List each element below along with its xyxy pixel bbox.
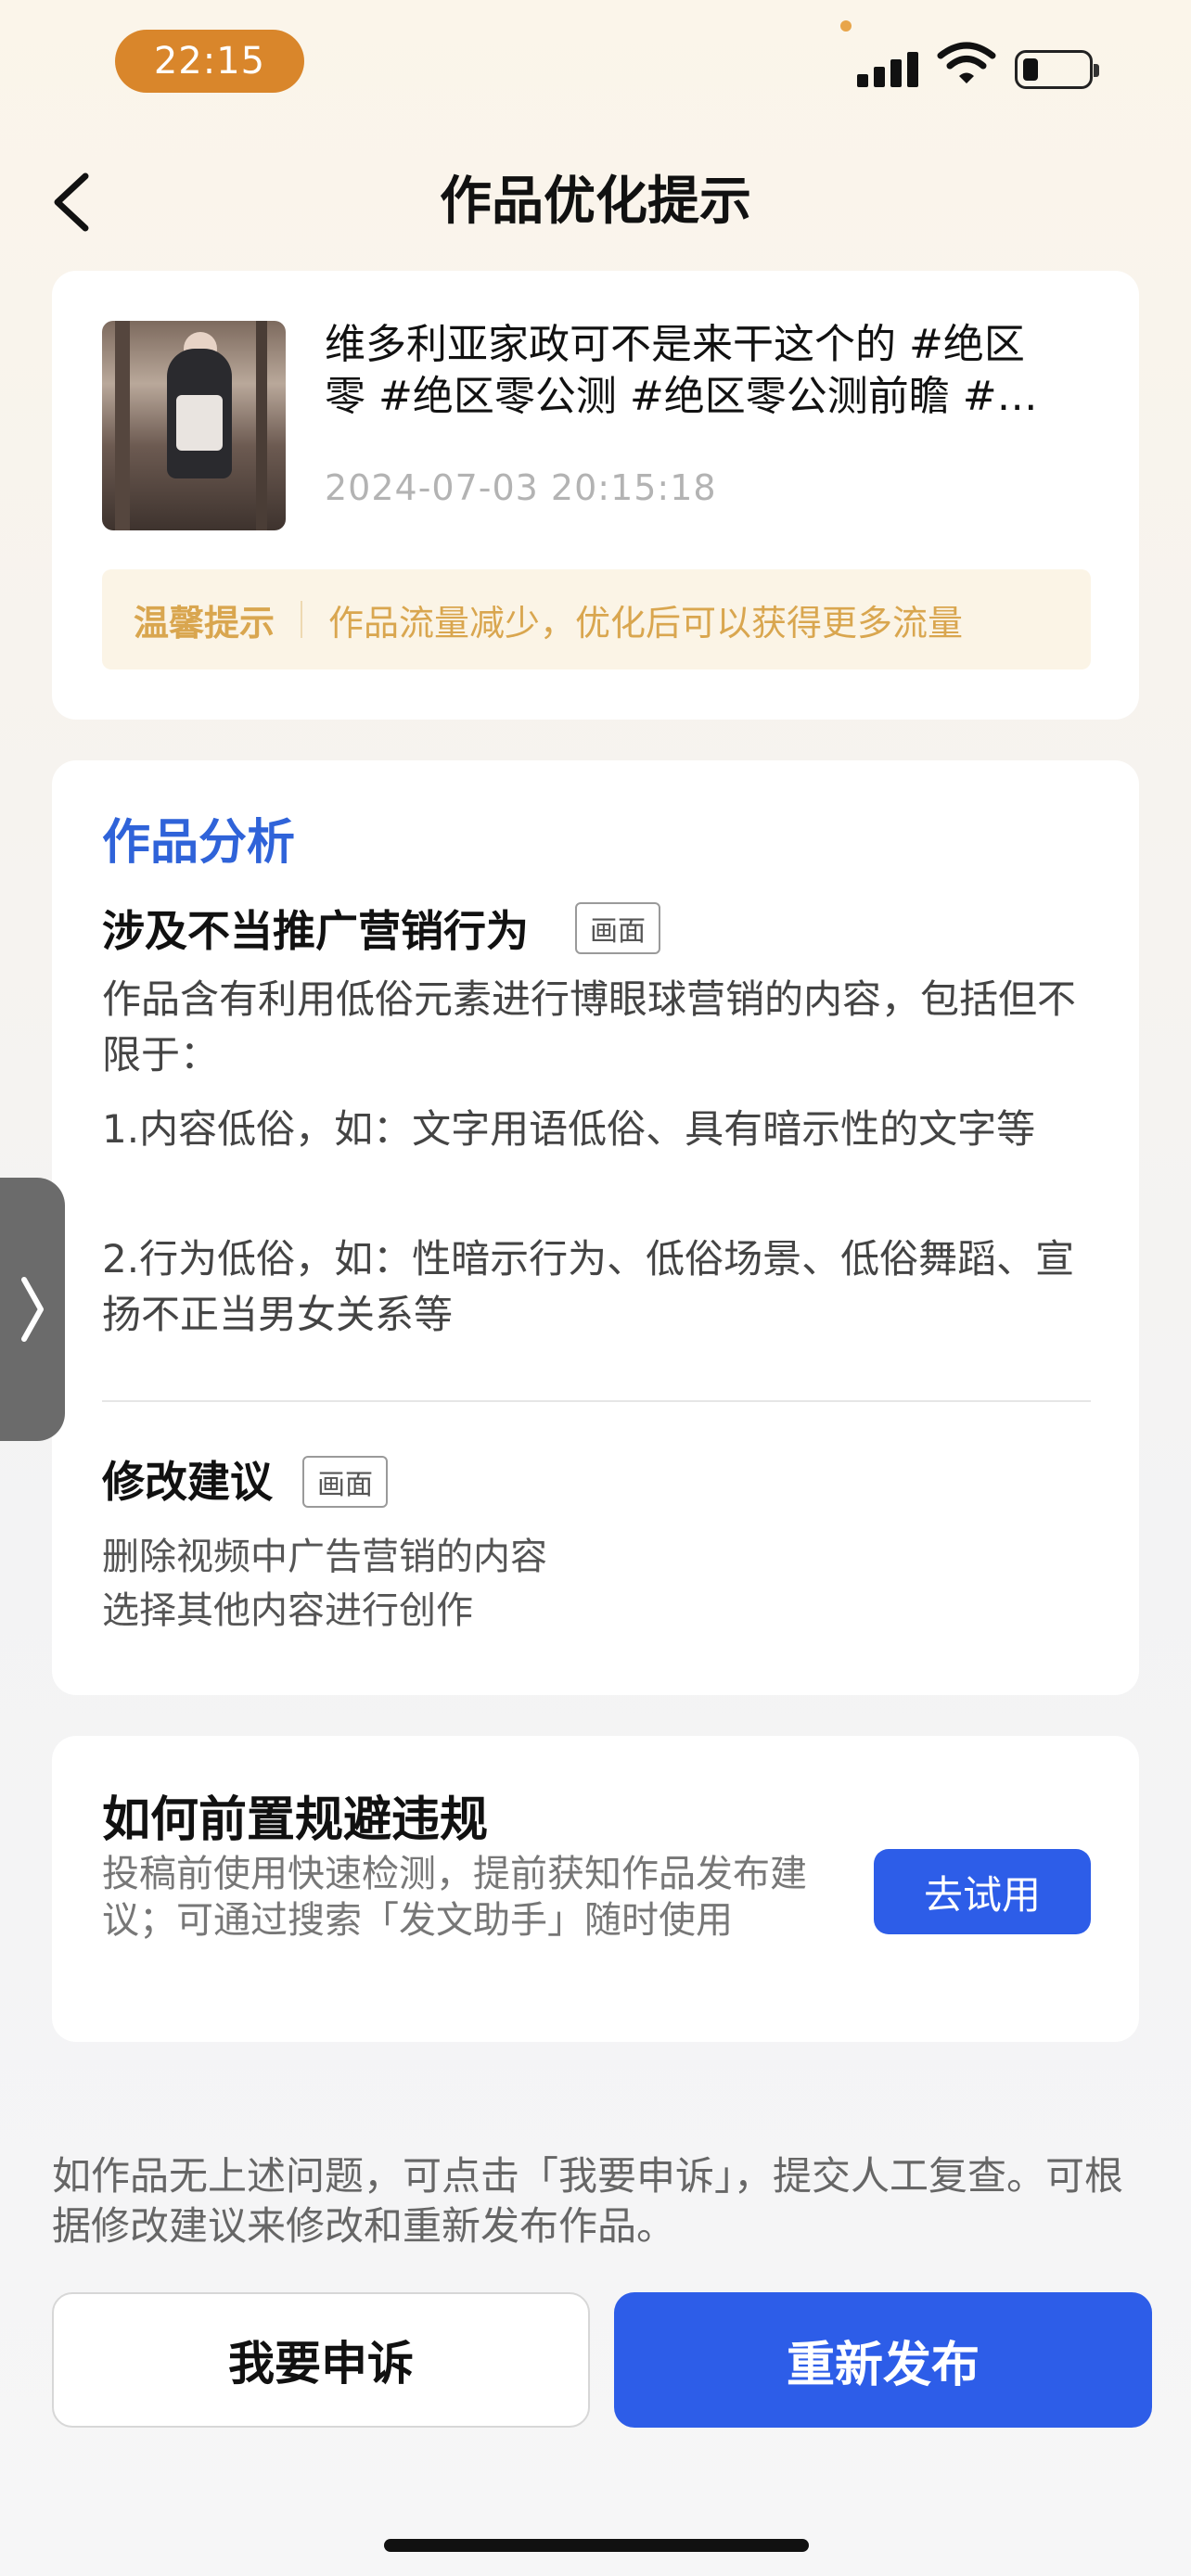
issue-example-2: 2.行为低俗，如：性暗示行为、低俗场景、低俗舞蹈、宣扬不正当男女关系等	[102, 1236, 1075, 1337]
howto-description: 投稿前使用快速检测，提前获知作品发布建议；可通过搜索「发文助手」随时使用	[102, 1853, 807, 1942]
try-button[interactable]: 去试用	[874, 1849, 1091, 1934]
suggestion-tag: 画面	[302, 1456, 388, 1508]
issue-description: 作品含有利用低俗元素进行博眼球营销的内容，包括但不限于：	[102, 976, 1077, 1078]
cellular-signal-icon	[857, 45, 918, 87]
video-thumbnail[interactable]	[102, 321, 286, 530]
tip-text: 作品流量减少，优化后可以获得更多流量	[328, 602, 964, 644]
issue-example-1: 1.内容低俗，如：文字用语低俗、具有暗示性的文字等	[102, 1106, 1036, 1152]
suggestion-title: 修改建议	[102, 1457, 273, 1507]
tip-label: 温馨提示	[134, 602, 275, 644]
analysis-section-title: 作品分析	[102, 815, 296, 871]
battery-icon	[1015, 50, 1099, 89]
section-divider	[102, 1400, 1091, 1402]
tip-separator	[301, 601, 303, 638]
tip-banner: 温馨提示 作品流量减少，优化后可以获得更多流量	[102, 569, 1091, 670]
issue-tag: 画面	[575, 902, 660, 954]
video-timestamp: 2024-07-03 20:15:18	[325, 467, 717, 508]
footer-note: 如作品无上述问题，可点击「我要申诉」，提交人工复查。可根据修改建议来修改和重新发…	[52, 2153, 1124, 2249]
status-time: 22:15	[115, 30, 304, 93]
suggestion-list: 删除视频中广告营销的内容 选择其他内容进行创作	[102, 1530, 547, 1638]
suggestion-item: 删除视频中广告营销的内容	[102, 1536, 547, 1578]
suggestion-item: 选择其他内容进行创作	[102, 1589, 473, 1632]
republish-button[interactable]: 重新发布	[614, 2292, 1152, 2428]
appeal-button[interactable]: 我要申诉	[52, 2292, 590, 2428]
wifi-icon	[937, 42, 996, 83]
issue-title: 涉及不当推广营销行为	[102, 906, 529, 956]
privacy-indicator-dot	[840, 20, 852, 32]
side-expand-handle[interactable]	[0, 1178, 65, 1441]
video-title: 维多利亚家政可不是来干这个的 #绝区零 #绝区零公测 #绝区零公测前瞻 #绝区零…	[325, 321, 1038, 420]
home-indicator[interactable]	[384, 2539, 809, 2552]
page-title: 作品优化提示	[440, 172, 751, 232]
chevron-right-icon	[21, 1277, 44, 1342]
howto-title: 如何前置规避违规	[102, 1792, 489, 1848]
